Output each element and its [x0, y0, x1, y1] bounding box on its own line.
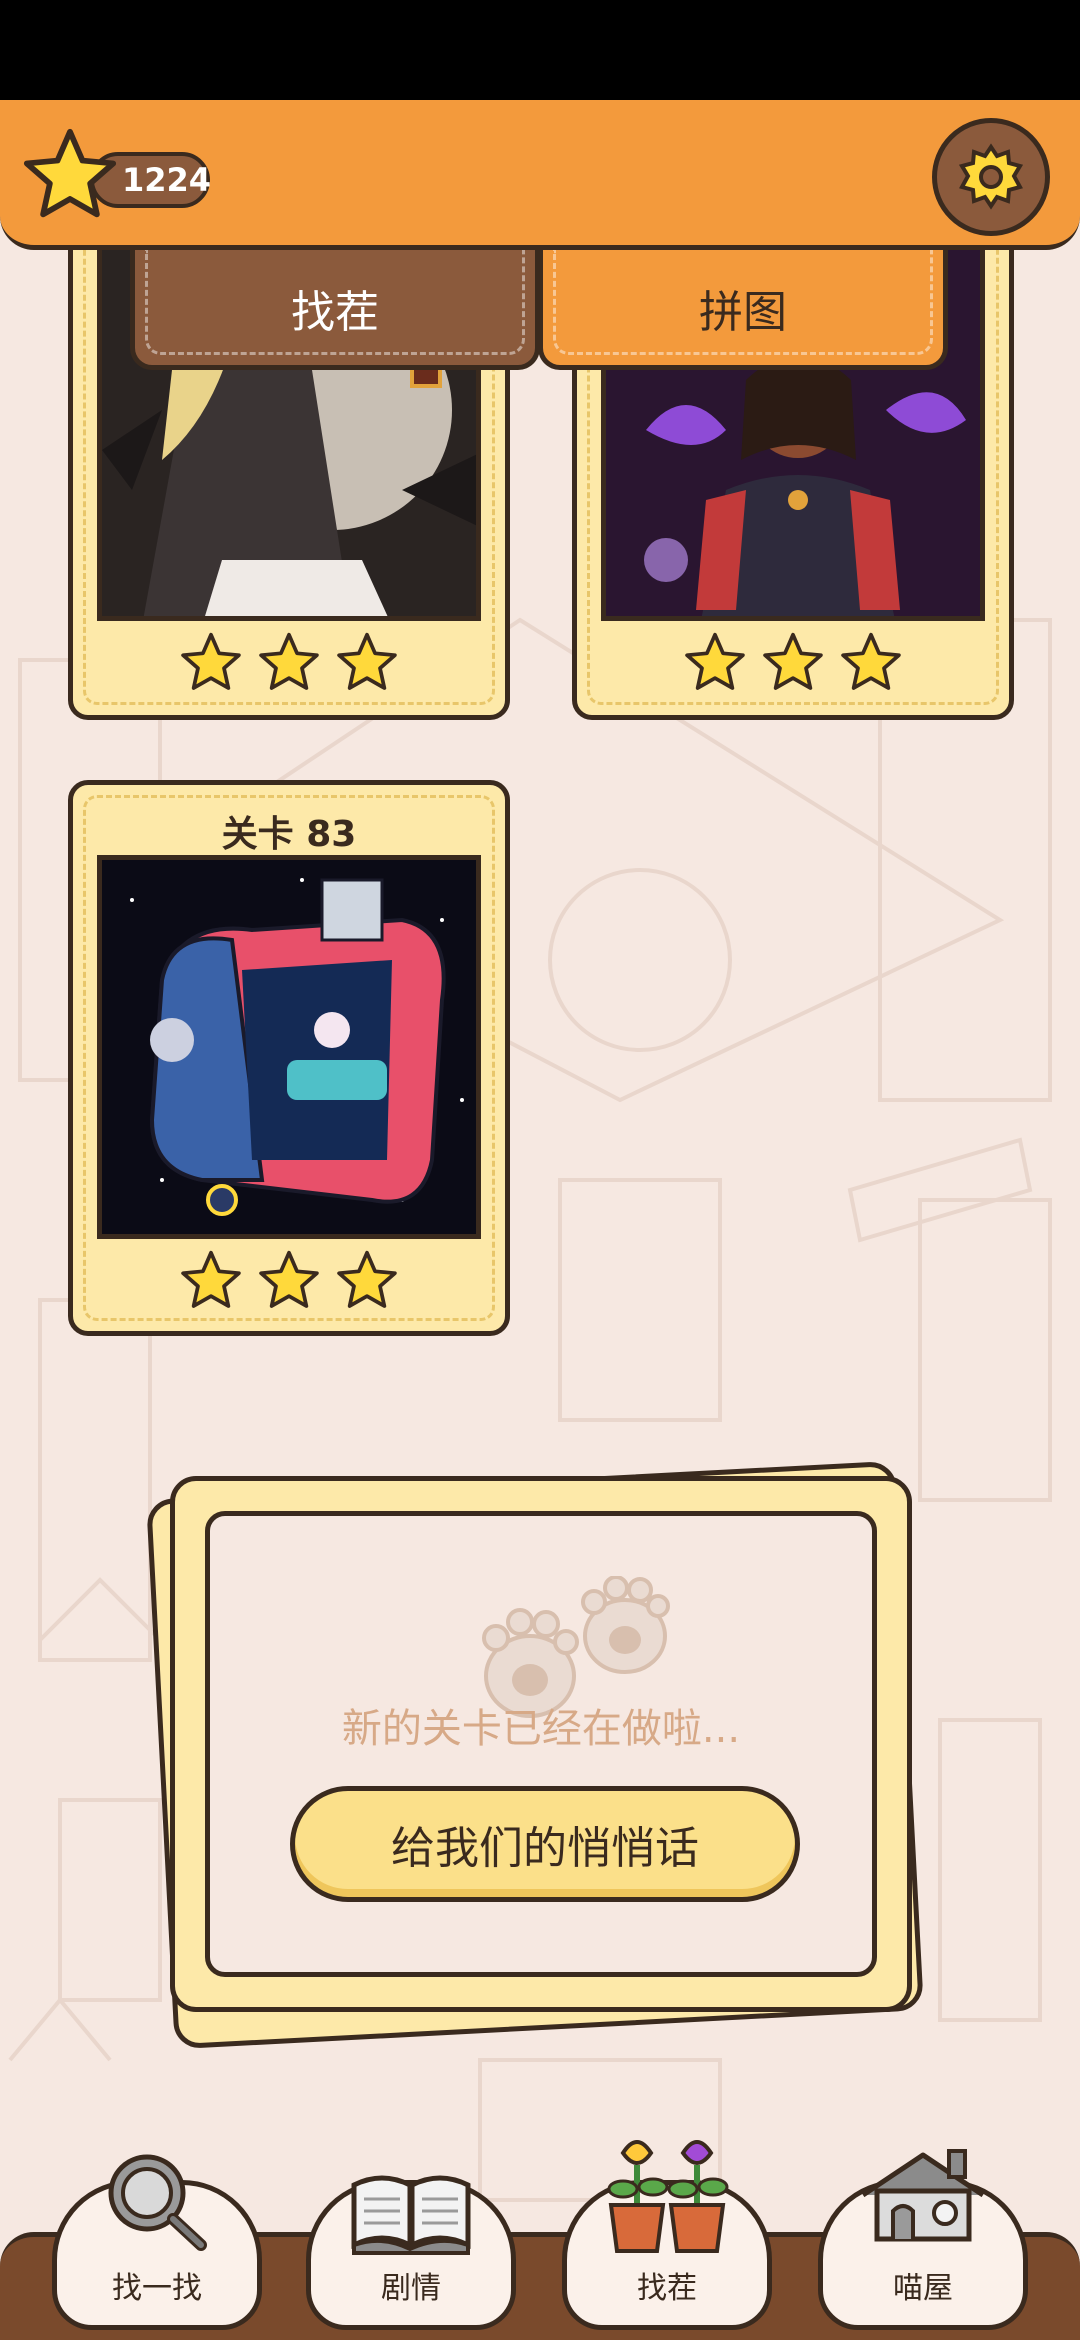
star-icon [181, 632, 241, 690]
star-icon [685, 632, 745, 690]
star-icon [763, 632, 823, 690]
nav-item-find[interactable]: 找一找 [52, 2154, 262, 2330]
card-star-rating [577, 631, 1009, 693]
nav-item-spot-difference[interactable]: 找茬 [562, 2140, 772, 2330]
star-icon [181, 1250, 241, 1308]
star-icon [841, 632, 901, 690]
tab-find-label: 找茬 [291, 286, 379, 338]
star-icon [337, 1250, 397, 1308]
card-star-rating [73, 631, 505, 693]
status-bar [0, 0, 1080, 100]
nav-item-cat-house[interactable]: 喵屋 [818, 2149, 1028, 2330]
coming-soon-message: 新的关卡已经在做啦... [341, 1706, 741, 1752]
star-count: 1224 [122, 161, 212, 199]
star-icon [337, 632, 397, 690]
level-title: 关卡 83 [221, 814, 357, 855]
send-feedback-button[interactable]: 给我们的悄悄话 [290, 1786, 800, 1902]
level-artwork [97, 855, 481, 1239]
tab-puzzle[interactable]: 拼图 [538, 250, 948, 370]
nav-label-story: 剧情 [381, 2271, 441, 2306]
nav-label-cat-house: 喵屋 [893, 2271, 953, 2306]
nav-label-find: 找一找 [112, 2271, 202, 2306]
star-icon [259, 632, 319, 690]
send-feedback-label: 给我们的悄悄话 [391, 1823, 699, 1874]
book-icon [351, 2175, 471, 2255]
house-icon [861, 2149, 985, 2242]
top-header: 1224 [0, 100, 1080, 250]
tab-puzzle-label: 拼图 [699, 286, 787, 338]
star-icon [23, 128, 117, 218]
flower-pots-icon [607, 2140, 729, 2253]
nav-item-story[interactable]: 剧情 [306, 2175, 516, 2330]
level-card-83[interactable]: 关卡 83 [68, 780, 510, 1336]
nav-label-spot-difference: 找茬 [637, 2271, 697, 2306]
coming-soon-panel: 新的关卡已经在做啦... 给我们的悄悄话 [170, 1476, 912, 2012]
star-icon [259, 1250, 319, 1308]
magnifier-icon [108, 2154, 207, 2251]
settings-button[interactable] [932, 118, 1050, 236]
card-star-rating [73, 1249, 505, 1311]
tab-find-difference[interactable]: 找茬 [130, 250, 540, 370]
gear-icon [958, 143, 1024, 210]
